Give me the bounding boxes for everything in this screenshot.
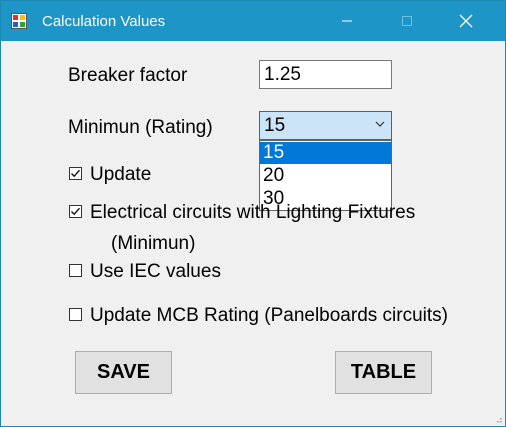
update-label: Update	[90, 164, 152, 185]
checkmark-icon	[71, 207, 81, 216]
checkmark-icon	[71, 169, 81, 178]
dropdown-option-15[interactable]: 15	[260, 142, 391, 164]
minimum-rating-select[interactable]: 15	[259, 111, 392, 140]
breaker-factor-input[interactable]: 1.25	[259, 60, 392, 89]
minimum-rating-selected-value: 15	[264, 115, 286, 136]
minimize-icon	[342, 20, 352, 22]
iec-values-label: Use IEC values	[90, 261, 221, 282]
minimize-button[interactable]	[324, 1, 370, 41]
update-checkbox[interactable]	[69, 167, 82, 180]
close-icon	[459, 14, 473, 28]
minimum-rating-label: Minimun (Rating)	[68, 117, 213, 138]
lighting-fixtures-label-line2: (Minimun)	[111, 233, 196, 254]
calculation-values-window: Calculation Values Breaker factor 1.25 M…	[0, 0, 506, 427]
iec-values-checkbox[interactable]	[69, 264, 82, 277]
close-button[interactable]	[443, 1, 489, 41]
maximize-icon	[402, 16, 412, 26]
minimum-rating-dropdown-list: 15 20 30	[259, 140, 392, 211]
app-form-icon	[11, 13, 27, 29]
mcb-rating-checkbox[interactable]	[69, 308, 82, 321]
maximize-button[interactable]	[384, 1, 430, 41]
save-button[interactable]: SAVE	[75, 351, 172, 394]
mcb-rating-label: Update MCB Rating (Panelboards circuits)	[90, 305, 448, 326]
window-title: Calculation Values	[42, 13, 166, 30]
table-button[interactable]: TABLE	[335, 351, 432, 394]
resize-grip-icon[interactable]	[494, 415, 502, 423]
lighting-fixtures-checkbox[interactable]	[69, 205, 82, 218]
lighting-fixtures-label: Electrical circuits with Lighting Fixtur…	[90, 202, 416, 223]
breaker-factor-label: Breaker factor	[68, 65, 188, 86]
dropdown-option-20[interactable]: 20	[260, 165, 391, 187]
title-bar[interactable]: Calculation Values	[1, 1, 505, 41]
chevron-down-icon[interactable]	[375, 120, 385, 128]
